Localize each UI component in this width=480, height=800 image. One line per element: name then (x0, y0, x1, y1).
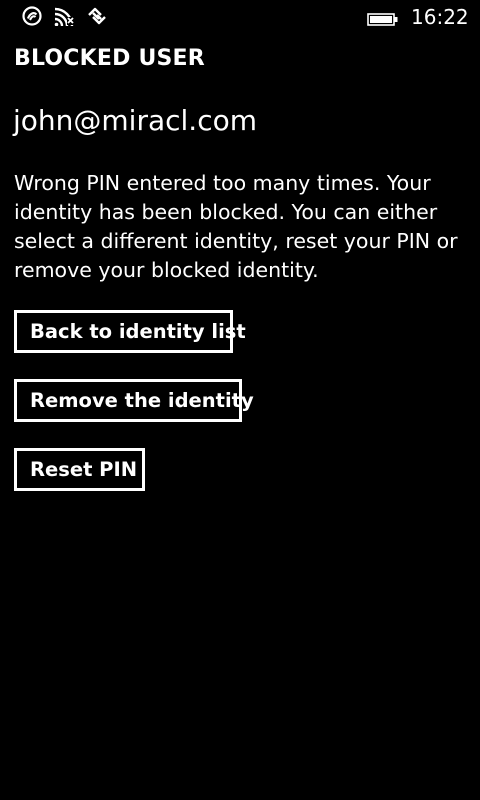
blocked-message: Wrong PIN entered too many times. Your i… (14, 171, 458, 282)
status-time: 16:22 (411, 5, 469, 29)
page-title: BLOCKED USER (14, 46, 205, 71)
nfc-icon (22, 6, 44, 26)
remove-identity-button[interactable]: Remove the identity (14, 379, 254, 422)
back-to-identity-list-button[interactable]: Back to identity list (14, 310, 246, 353)
reset-pin-button[interactable]: Reset PIN (14, 448, 145, 491)
battery-icon (367, 11, 399, 26)
data-sync-icon (86, 6, 108, 26)
identity-email: john@miracl.com (13, 104, 258, 137)
status-bar: 16:22 (0, 0, 480, 32)
wifi-icon (53, 6, 75, 26)
